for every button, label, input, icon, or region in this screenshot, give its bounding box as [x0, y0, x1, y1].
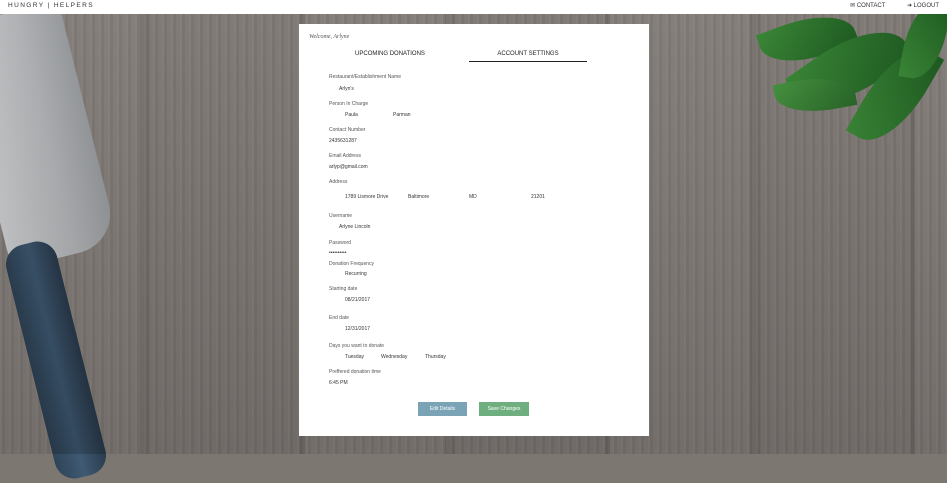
tab-account-settings[interactable]: ACCOUNT SETTINGS [469, 51, 587, 62]
end-date-field[interactable]: 12/31/2017 [345, 326, 370, 332]
logout-link[interactable]: ➜ LOGOUT [907, 3, 939, 9]
time-field[interactable]: 6:45 PM [329, 380, 348, 386]
start-date-field[interactable]: 08/21/2017 [345, 297, 370, 303]
days-label: Days you want to donate [329, 343, 385, 349]
frequency-select[interactable]: Recurring [345, 271, 367, 277]
contact-label: Contact Number [329, 127, 366, 133]
top-navbar: HUNGRY | HELPERS ✉ CONTACT ➜ LOGOUT [0, 0, 947, 14]
person-last-field[interactable]: Parman [393, 112, 411, 118]
password-field[interactable]: •••••••••• [329, 250, 347, 256]
person-first-field[interactable]: Paula [345, 112, 358, 118]
tab-bar: UPCOMING DONATIONS ACCOUNT SETTINGS [331, 51, 589, 63]
restaurant-field[interactable]: Arlyn's [339, 86, 354, 92]
day-option[interactable]: Tuesday [345, 354, 364, 360]
tab-upcoming-donations[interactable]: UPCOMING DONATIONS [331, 51, 449, 61]
day-option[interactable]: Thursday [425, 354, 446, 360]
address-street-field[interactable]: 1789 Lismore Drive [345, 194, 388, 200]
day-option[interactable]: Wednesday [381, 354, 407, 360]
address-state-field[interactable]: MD [469, 194, 477, 200]
address-city-field[interactable]: Baltimore [408, 194, 429, 200]
nav-links: ✉ CONTACT ➜ LOGOUT [830, 2, 939, 9]
frequency-label: Donation Frequency [329, 261, 375, 267]
contact-field[interactable]: 2435631287 [329, 138, 357, 144]
address-zip-field[interactable]: 21201 [531, 194, 545, 200]
username-label: Username [329, 213, 353, 219]
time-label: Preffered donation time [329, 369, 381, 375]
start-date-label: Starting date [329, 286, 358, 292]
end-date-label: End date [329, 315, 350, 321]
welcome-text: Welcome, Arlyne [309, 34, 350, 40]
account-card: Welcome, Arlyne UPCOMING DONATIONS ACCOU… [299, 24, 649, 436]
password-label: Password [329, 240, 351, 246]
person-label: Person In Charge [329, 101, 369, 107]
brand-logo[interactable]: HUNGRY | HELPERS [8, 2, 94, 9]
address-label: Address [329, 179, 348, 185]
restaurant-label: Restaurant/Establishment Name [329, 74, 401, 80]
email-label: Email Address [329, 153, 361, 159]
username-field[interactable]: Arlyne Lincoln [339, 224, 370, 230]
contact-link[interactable]: ✉ CONTACT [850, 3, 885, 9]
email-field[interactable]: arlyp@gmail.com [329, 164, 368, 170]
edit-details-button[interactable]: Edit Details [418, 402, 467, 416]
save-changes-button[interactable]: Save Changes [479, 402, 529, 416]
